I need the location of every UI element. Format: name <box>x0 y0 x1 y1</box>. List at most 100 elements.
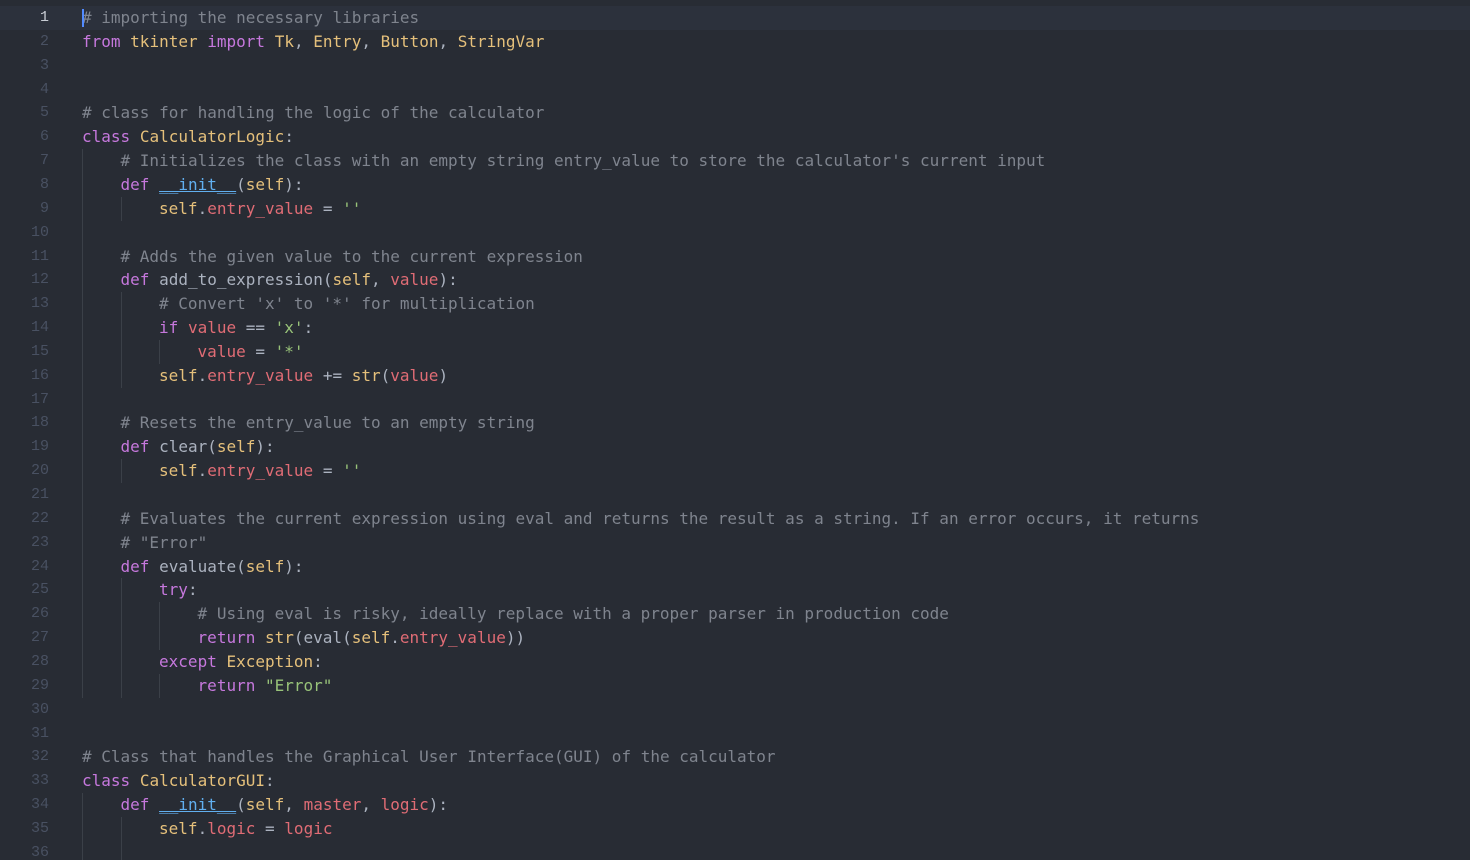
code-line[interactable]: 24 def evaluate(self): <box>0 555 1470 579</box>
code-text: # Resets the entry_value to an empty str… <box>121 411 535 435</box>
code-line[interactable]: 25 try: <box>0 578 1470 602</box>
code-token: ): <box>255 437 275 457</box>
code-line[interactable]: 1 # importing the necessary libraries <box>0 6 1470 30</box>
code-line[interactable]: 16 self.entry_value += str(value) <box>0 364 1470 388</box>
code-line[interactable]: 18 # Resets the entry_value to an empty s… <box>0 411 1470 435</box>
code-token: , <box>438 31 458 51</box>
code-line[interactable]: 22 # Evaluates the current expression usi… <box>0 507 1470 531</box>
code-line[interactable]: 32 # Class that handles the Graphical Use… <box>0 745 1470 769</box>
code-line[interactable]: 35 self.logic = logic <box>0 817 1470 841</box>
code-line[interactable]: 19 def clear(self): <box>0 435 1470 459</box>
line-number: 5 <box>39 104 49 122</box>
code-token: value <box>197 341 246 361</box>
code-token: # "Error" <box>120 532 208 552</box>
code-line[interactable]: 34 def __init__(self, master, logic): <box>0 793 1470 817</box>
code-line[interactable]: 28 except Exception: <box>0 650 1470 674</box>
code-line[interactable]: 13 # Convert 'x' to '*' for multiplicatio… <box>0 292 1470 316</box>
line-number: 36 <box>30 843 49 860</box>
code-text: if value == 'x': <box>159 316 313 340</box>
indent-guide <box>159 339 161 364</box>
code-line[interactable]: 14 if value == 'x': <box>0 316 1470 340</box>
code-text: def clear(self): <box>121 435 275 459</box>
code-line[interactable]: 10 <box>0 221 1470 245</box>
code-text: # Convert 'x' to '*' for multiplication <box>159 292 535 316</box>
code-token: entry_value <box>207 198 314 218</box>
code-line[interactable]: 21 <box>0 483 1470 507</box>
line-number: 13 <box>30 295 49 313</box>
code-token: . <box>197 461 208 481</box>
code-line[interactable]: 9 self.entry_value = '' <box>0 197 1470 221</box>
code-token: entry_value <box>207 365 314 385</box>
code-editor[interactable]: 1 # importing the necessary libraries 2 fro… <box>0 0 1470 860</box>
code-line[interactable]: 30 <box>0 698 1470 722</box>
code-text: # Evaluates the current expression using… <box>121 507 1200 531</box>
code-token: . <box>197 818 208 838</box>
code-token: value <box>390 365 439 385</box>
code-token: ( <box>236 174 246 194</box>
code-token: # class for handling the logic of the ca… <box>82 103 545 123</box>
line-number: 18 <box>30 414 49 432</box>
line-number: 28 <box>30 652 49 670</box>
code-line[interactable]: 23 # "Error" <box>0 531 1470 555</box>
code-line[interactable]: 17 <box>0 388 1470 412</box>
code-token: : <box>265 771 275 791</box>
code-line[interactable]: 27 return str(eval(self.entry_value)) <box>0 626 1470 650</box>
code-line[interactable]: 15 value = '*' <box>0 340 1470 364</box>
line-number: 15 <box>30 342 49 360</box>
code-line[interactable]: 20 self.entry_value = '' <box>0 459 1470 483</box>
code-token: from <box>82 31 121 51</box>
code-text: # Initializes the class with an empty st… <box>121 149 1046 173</box>
code-token: self <box>245 795 285 815</box>
code-line[interactable]: 33 class CalculatorGUI: <box>0 769 1470 793</box>
code-line[interactable]: 7 # Initializes the class with an empty s… <box>0 149 1470 173</box>
line-number: 22 <box>30 509 49 527</box>
line-number: 3 <box>39 56 49 74</box>
text-cursor <box>82 9 84 27</box>
code-line[interactable]: 11 # Adds the given value to the current … <box>0 245 1470 269</box>
code-line[interactable]: 2 from tkinter import Tk, Entry, Button, … <box>0 30 1470 54</box>
code-token: ( <box>293 628 304 648</box>
code-token: ( <box>380 365 391 385</box>
indent-guide <box>82 793 83 860</box>
code-token: eval <box>303 628 343 648</box>
code-line[interactable]: 36 <box>0 841 1470 860</box>
code-token: clear <box>159 437 208 457</box>
code-line[interactable]: 3 <box>0 54 1470 78</box>
code-token: . <box>390 628 400 648</box>
code-line[interactable]: 31 <box>0 722 1470 746</box>
code-token: ( <box>236 795 246 815</box>
indent-guide <box>120 292 122 388</box>
code-token: import <box>207 31 266 51</box>
code-line[interactable]: 5 # class for handling the logic of the c… <box>0 101 1470 125</box>
code-token: , <box>371 270 391 290</box>
code-token: = <box>322 461 333 481</box>
code-line[interactable]: 4 <box>0 78 1470 102</box>
code-token: if <box>159 318 179 338</box>
code-token: logic <box>207 818 256 838</box>
indent-guide <box>120 196 122 221</box>
code-line[interactable]: 8 def __init__(self): <box>0 173 1470 197</box>
code-token: self <box>245 556 285 576</box>
code-line[interactable]: 29 return "Error" <box>0 674 1470 698</box>
code-text: from tkinter import Tk, Entry, Button, S… <box>82 30 544 54</box>
code-token: # importing the necessary libraries <box>82 8 420 27</box>
indent-guide <box>120 578 122 698</box>
code-token: , <box>293 31 314 51</box>
code-line[interactable]: 6 class CalculatorLogic: <box>0 125 1470 149</box>
code-token: self <box>216 437 256 457</box>
code-line[interactable]: 26 # Using eval is risky, ideally replace… <box>0 602 1470 626</box>
code-line[interactable]: 12 def add_to_expression(self, value): <box>0 268 1470 292</box>
line-number: 10 <box>30 223 49 241</box>
indent-guide <box>120 816 122 860</box>
code-text: self.entry_value = '' <box>159 459 361 483</box>
code-token: # Adds the given value to the current ex… <box>120 246 583 266</box>
code-token: == <box>245 318 266 338</box>
code-token: = <box>322 198 333 218</box>
code-token: ( <box>342 628 352 648</box>
code-text: # importing the necessary libraries <box>82 6 419 30</box>
